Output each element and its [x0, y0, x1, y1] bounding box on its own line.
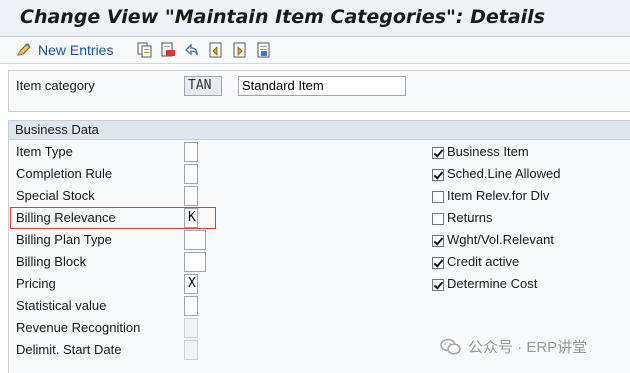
- completion-rule-label: Completion Rule: [16, 166, 113, 181]
- item-relev-for-dlv-label: Item Relev.for Dlv: [447, 188, 550, 203]
- returns-label: Returns: [447, 210, 493, 225]
- wght-vol-relevant-label: Wght/Vol.Relevant: [447, 232, 554, 247]
- watermark-text: 公众号 · ERP讲堂: [468, 339, 588, 356]
- window-title: Change View "Maintain Item Categories": …: [20, 6, 546, 28]
- statistical-value-field[interactable]: [184, 296, 198, 316]
- business-data-header: Business Data: [9, 121, 630, 140]
- new-entries-button[interactable]: New Entries: [16, 41, 113, 59]
- title-bar: Change View "Maintain Item Categories": …: [0, 0, 630, 37]
- item-type-field[interactable]: [184, 142, 198, 162]
- wechat-icon: [440, 338, 462, 356]
- credit-active-label: Credit active: [447, 254, 520, 269]
- statistical-value-label: Statistical value: [16, 298, 107, 313]
- business-data-title: Business Data: [15, 122, 99, 137]
- select-icon[interactable]: [256, 41, 272, 59]
- prev-entry-icon[interactable]: [208, 41, 224, 59]
- item-category-field[interactable]: TAN: [184, 76, 222, 96]
- item-category-label: Item category: [16, 78, 95, 93]
- next-entry-icon[interactable]: [232, 41, 248, 59]
- special-stock-field[interactable]: [184, 186, 198, 206]
- sched-line-allowed-label: Sched.Line Allowed: [447, 166, 561, 181]
- revenue-recognition-label: Revenue Recognition: [16, 320, 141, 335]
- sched-line-allowed-checkbox[interactable]: [432, 169, 444, 181]
- application-toolbar: New Entries: [0, 37, 630, 64]
- edit-pencil-icon: [16, 42, 32, 58]
- item-type-label: Item Type: [16, 144, 73, 159]
- business-item-checkbox[interactable]: [432, 147, 444, 159]
- pricing-label: Pricing: [16, 276, 56, 291]
- determine-cost-label: Determine Cost: [447, 276, 538, 291]
- billing-block-label: Billing Block: [16, 254, 87, 269]
- returns-checkbox[interactable]: [432, 213, 444, 225]
- credit-active-checkbox[interactable]: [432, 257, 444, 269]
- watermark: 公众号 · ERP讲堂: [440, 336, 587, 357]
- billing-block-field[interactable]: [184, 252, 206, 272]
- copy-icon[interactable]: [137, 41, 153, 59]
- billing-relevance-field[interactable]: K: [184, 208, 198, 228]
- undo-icon[interactable]: [183, 41, 199, 59]
- completion-rule-field[interactable]: [184, 164, 198, 184]
- billing-plan-type-field[interactable]: [184, 230, 206, 250]
- item-category-description[interactable]: Standard Item: [238, 76, 406, 96]
- business-item-label: Business Item: [447, 144, 529, 159]
- new-entries-label: New Entries: [38, 42, 114, 58]
- billing-relevance-label: Billing Relevance: [16, 210, 116, 225]
- billing-plan-type-label: Billing Plan Type: [16, 232, 112, 247]
- revenue-recognition-field[interactable]: [184, 318, 198, 338]
- delimit-start-date-label: Delimit. Start Date: [16, 342, 122, 357]
- delete-icon[interactable]: [160, 41, 176, 59]
- item-relev-for-dlv-checkbox[interactable]: [432, 191, 444, 203]
- pricing-field[interactable]: X: [184, 274, 198, 294]
- wght-vol-relevant-checkbox[interactable]: [432, 235, 444, 247]
- determine-cost-checkbox[interactable]: [432, 279, 444, 291]
- delimit-start-date-field[interactable]: [184, 340, 198, 360]
- special-stock-label: Special Stock: [16, 188, 95, 203]
